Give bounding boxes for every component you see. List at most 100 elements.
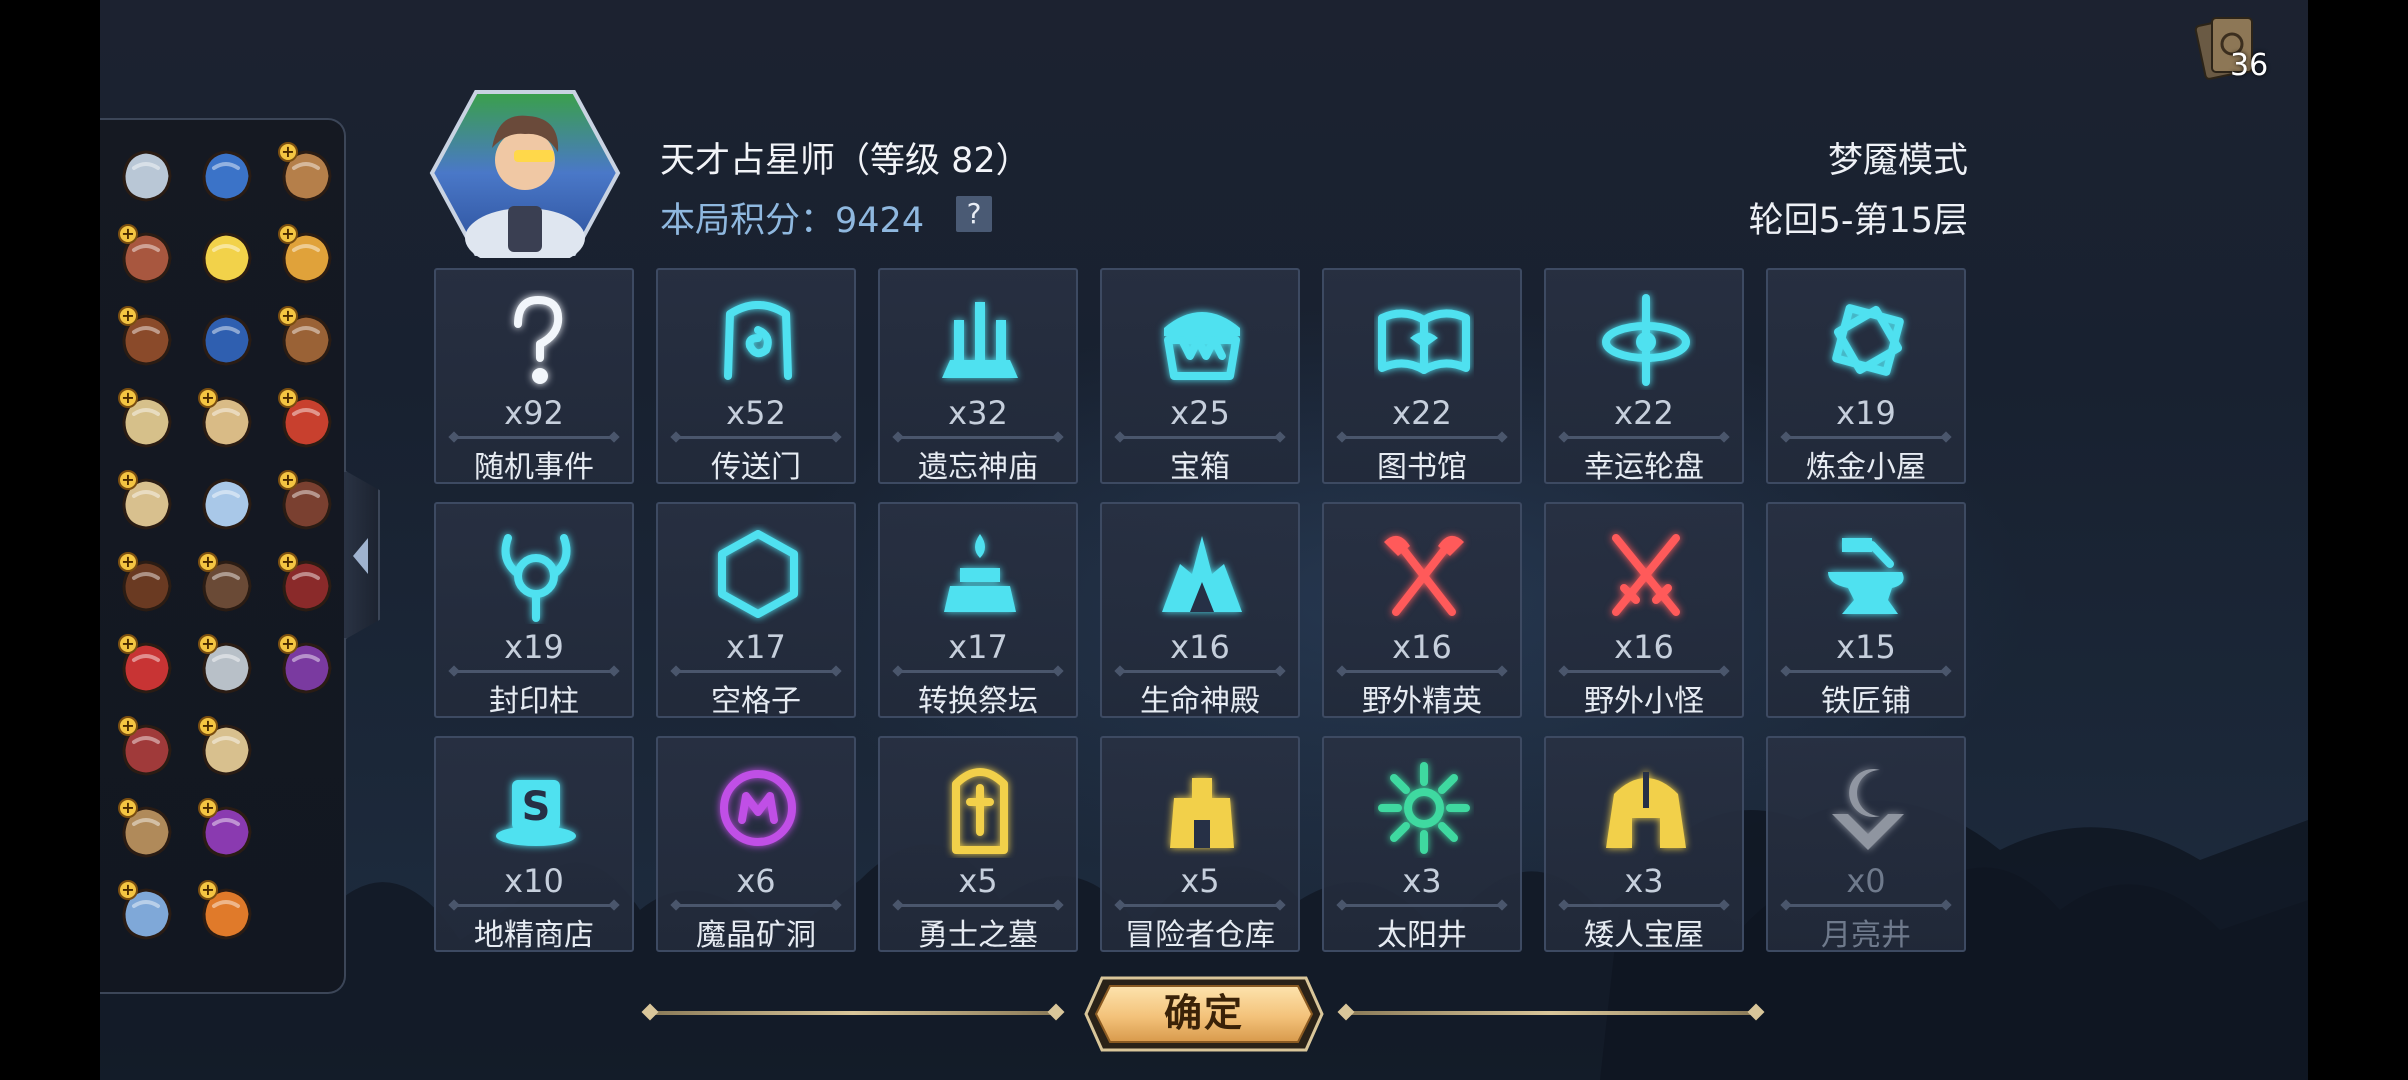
player-title: 天才占星师（等级 82）: [660, 141, 1031, 181]
room-card[interactable]: x16 野外小怪: [1544, 502, 1744, 719]
room-label: 野外精英: [1362, 684, 1482, 719]
room-card[interactable]: x0 月亮井: [1766, 736, 1966, 953]
inventory-slot[interactable]: +: [106, 216, 186, 298]
room-count: x19: [504, 628, 564, 666]
treasure-chest-icon: [1164, 312, 1240, 380]
inventory-slot[interactable]: +: [266, 462, 346, 544]
room-divider: [454, 904, 614, 907]
inventory-slot[interactable]: +: [266, 134, 346, 216]
inventory-slot[interactable]: +: [106, 462, 186, 544]
room-card[interactable]: x32 遗忘神庙: [878, 268, 1078, 485]
confirm-button-label[interactable]: 确定: [1084, 982, 1324, 1037]
upgrade-plus-icon: +: [118, 388, 138, 408]
inventory-slot[interactable]: [186, 298, 266, 380]
crossed-axes-icon: [1384, 535, 1464, 616]
room-count: x3: [1402, 862, 1442, 900]
room-card[interactable]: x5 勇士之墓: [878, 736, 1078, 953]
room-divider: [1120, 436, 1280, 439]
room-count: x5: [1180, 862, 1220, 900]
room-divider: [1342, 436, 1502, 439]
room-divider: [1564, 904, 1724, 907]
room-card[interactable]: Sx10 地精商店: [434, 736, 634, 953]
inventory-slot[interactable]: +: [106, 544, 186, 626]
inventory-slot[interactable]: +: [186, 790, 266, 872]
room-card[interactable]: x19 炼金小屋: [1766, 268, 1966, 485]
room-divider: [676, 436, 836, 439]
score-help-button[interactable]: ?: [956, 196, 992, 232]
inventory-slot: [266, 872, 346, 954]
inventory-slot[interactable]: [186, 462, 266, 544]
blue-gem-icon: [202, 150, 252, 202]
room-divider: [1786, 436, 1946, 439]
room-card[interactable]: x16 生命神殿: [1100, 502, 1300, 719]
inventory-slot[interactable]: +: [266, 380, 346, 462]
inventory-slot[interactable]: +: [186, 380, 266, 462]
player-avatar[interactable]: [428, 88, 622, 258]
room-card[interactable]: x16 野外精英: [1322, 502, 1522, 719]
room-card[interactable]: x52 传送门: [656, 268, 856, 485]
anvil-icon: [1828, 538, 1904, 614]
upgrade-plus-icon: +: [278, 552, 298, 572]
room-stats-grid: x92 随机事件 x52 传送门 x32 遗忘神庙 x25 宝箱 x22 图书馆 x22 幸运轮盘 x1…: [434, 268, 1966, 953]
upgrade-plus-icon: +: [278, 306, 298, 326]
room-divider: [1564, 670, 1724, 673]
collapse-panel-button[interactable]: [344, 470, 380, 640]
empty-hexagon-icon: [718, 530, 798, 618]
inventory-slot[interactable]: [186, 134, 266, 216]
room-card[interactable]: x19 封印柱: [434, 502, 634, 719]
room-card[interactable]: x3 太阳井: [1322, 736, 1522, 953]
room-card[interactable]: x92 随机事件: [434, 268, 634, 485]
room-card[interactable]: x25 宝箱: [1100, 268, 1300, 485]
room-card[interactable]: x17 转换祭坛: [878, 502, 1078, 719]
upgrade-plus-icon: +: [198, 798, 218, 818]
inventory-slot: [266, 708, 346, 790]
divider-left: [650, 1011, 1056, 1015]
inventory-slot[interactable]: +: [186, 626, 266, 708]
inventory-slot[interactable]: [106, 134, 186, 216]
room-card[interactable]: x3 矮人宝屋: [1544, 736, 1744, 953]
temple-icon: [942, 302, 1018, 378]
deck-count: 36: [2230, 48, 2269, 83]
inventory-slot[interactable]: +: [266, 544, 346, 626]
upgrade-plus-icon: +: [278, 470, 298, 490]
upgrade-plus-icon: +: [118, 224, 138, 244]
inventory-slot[interactable]: +: [266, 216, 346, 298]
inventory-slot[interactable]: +: [106, 790, 186, 872]
inventory-slot[interactable]: +: [106, 298, 186, 380]
inventory-slot[interactable]: +: [266, 626, 346, 708]
inventory-slot[interactable]: +: [186, 872, 266, 954]
room-label: 魔晶矿洞: [696, 918, 816, 953]
room-card[interactable]: x22 幸运轮盘: [1544, 268, 1744, 485]
room-card[interactable]: x6 魔晶矿洞: [656, 736, 856, 953]
upgrade-plus-icon: +: [278, 142, 298, 162]
room-label: 炼金小屋: [1806, 450, 1926, 485]
room-divider: [1786, 904, 1946, 907]
room-card[interactable]: x5 冒险者仓库: [1100, 736, 1300, 953]
room-divider: [676, 904, 836, 907]
inventory-slot: [266, 790, 346, 872]
room-card[interactable]: x22 图书馆: [1322, 268, 1522, 485]
game-screen: 36 + + + + + + + + + + + + + + + + + + + + + + 天才占星师（等级 82） 本…: [0, 0, 2408, 1080]
tomb-icon: [952, 768, 1008, 854]
inventory-slot[interactable]: [186, 216, 266, 298]
room-label: 生命神殿: [1140, 684, 1260, 719]
upgrade-plus-icon: +: [118, 552, 138, 572]
inventory-slot[interactable]: +: [106, 708, 186, 790]
mystery-card-icon: [202, 314, 252, 366]
inventory-slot[interactable]: +: [186, 544, 266, 626]
room-label: 遗忘神庙: [918, 450, 1038, 485]
room-count: x6: [736, 862, 776, 900]
inventory-slot[interactable]: +: [106, 872, 186, 954]
inventory-slot[interactable]: +: [266, 298, 346, 380]
upgrade-plus-icon: +: [198, 634, 218, 654]
room-label: 月亮井: [1821, 918, 1911, 953]
room-card[interactable]: x15 铁匠铺: [1766, 502, 1966, 719]
room-card[interactable]: x17 空格子: [656, 502, 856, 719]
moon-well-icon: [1832, 769, 1904, 850]
upgrade-plus-icon: +: [118, 470, 138, 490]
inventory-slot[interactable]: +: [106, 626, 186, 708]
inventory-slot[interactable]: +: [106, 380, 186, 462]
crossbow-icon: [122, 150, 172, 202]
chevron-left-icon: [353, 538, 368, 574]
inventory-slot[interactable]: +: [186, 708, 266, 790]
